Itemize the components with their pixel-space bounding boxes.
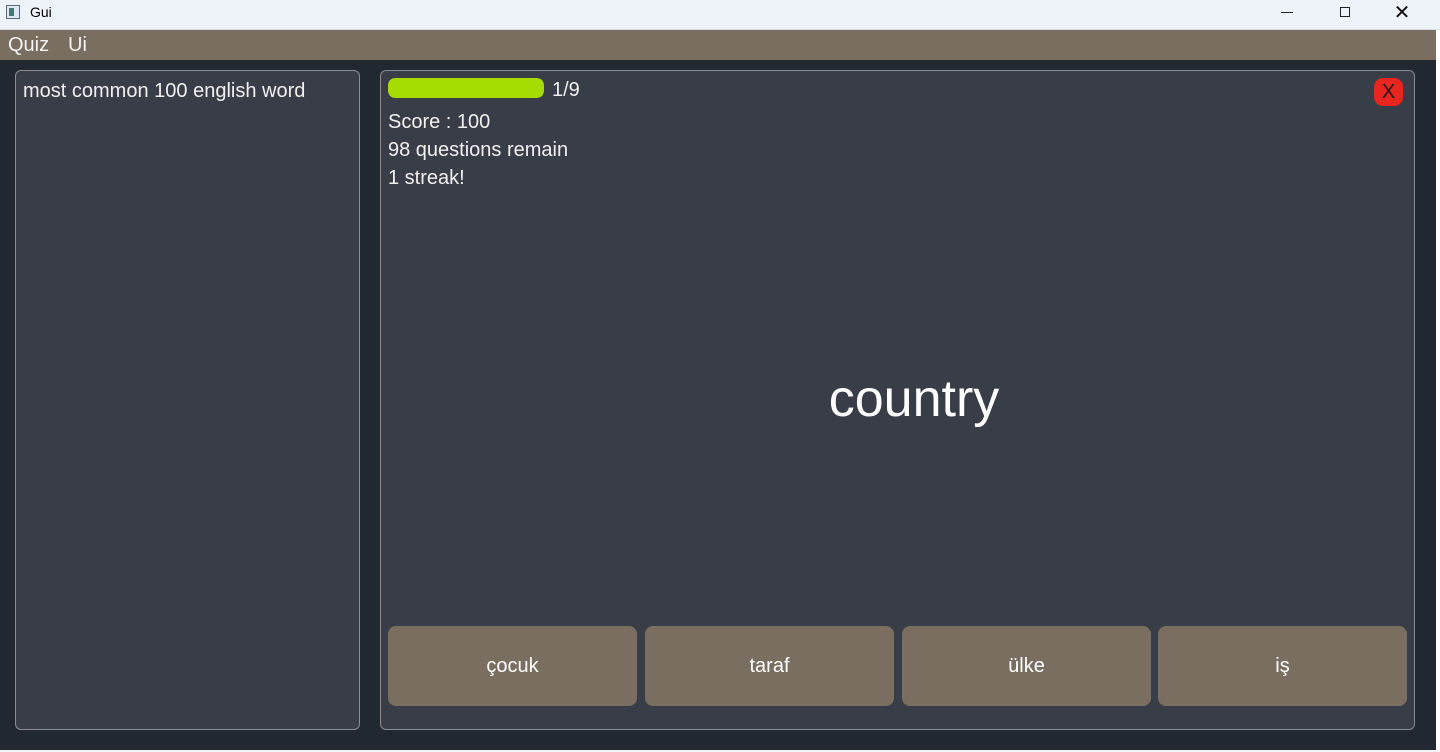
answer-label: iş xyxy=(1275,654,1290,677)
answer-button-1[interactable]: çocuk xyxy=(388,626,637,706)
close-icon: ✕ xyxy=(1393,0,1411,24)
menu-ui[interactable]: Ui xyxy=(68,34,87,57)
window-titlebar: Gui ✕ xyxy=(0,0,1440,30)
menu-quiz[interactable]: Quiz xyxy=(8,34,49,57)
answer-button-4[interactable]: iş xyxy=(1158,626,1407,706)
quiz-list-panel: most common 100 english word xyxy=(15,70,360,730)
menubar: Quiz Ui xyxy=(0,30,1436,60)
question-word: country xyxy=(828,370,1000,428)
remaining-text: 98 questions remain xyxy=(388,139,569,161)
answer-label: taraf xyxy=(749,654,790,677)
quiz-panel: 1/9 X Score : 100 98 questions remain 1 … xyxy=(380,70,1415,730)
minimize-icon xyxy=(1281,11,1293,13)
answer-button-3[interactable]: ülke xyxy=(902,626,1151,706)
progress-label: 1/9 xyxy=(552,79,580,101)
answer-label: ülke xyxy=(1008,654,1045,677)
quiz-list-item[interactable]: most common 100 english word xyxy=(23,80,305,103)
progress-bar-fill xyxy=(388,78,544,98)
answer-options: çocuk taraf ülke iş xyxy=(388,626,1407,706)
progress-bar xyxy=(388,78,544,98)
close-quiz-button[interactable]: X xyxy=(1374,78,1403,106)
answer-button-2[interactable]: taraf xyxy=(645,626,894,706)
answer-label: çocuk xyxy=(486,654,539,677)
minimize-button[interactable] xyxy=(1262,0,1312,24)
app-icon xyxy=(6,5,20,19)
maximize-button[interactable] xyxy=(1320,0,1370,24)
streak-text: 1 streak! xyxy=(388,167,465,189)
maximize-icon xyxy=(1340,7,1350,17)
score-text: Score : 100 xyxy=(388,111,491,133)
window-title: Gui xyxy=(30,4,52,20)
close-window-button[interactable]: ✕ xyxy=(1377,0,1427,24)
close-quiz-label: X xyxy=(1381,80,1396,103)
app-window: Quiz Ui most common 100 english word 1/9… xyxy=(0,30,1436,750)
